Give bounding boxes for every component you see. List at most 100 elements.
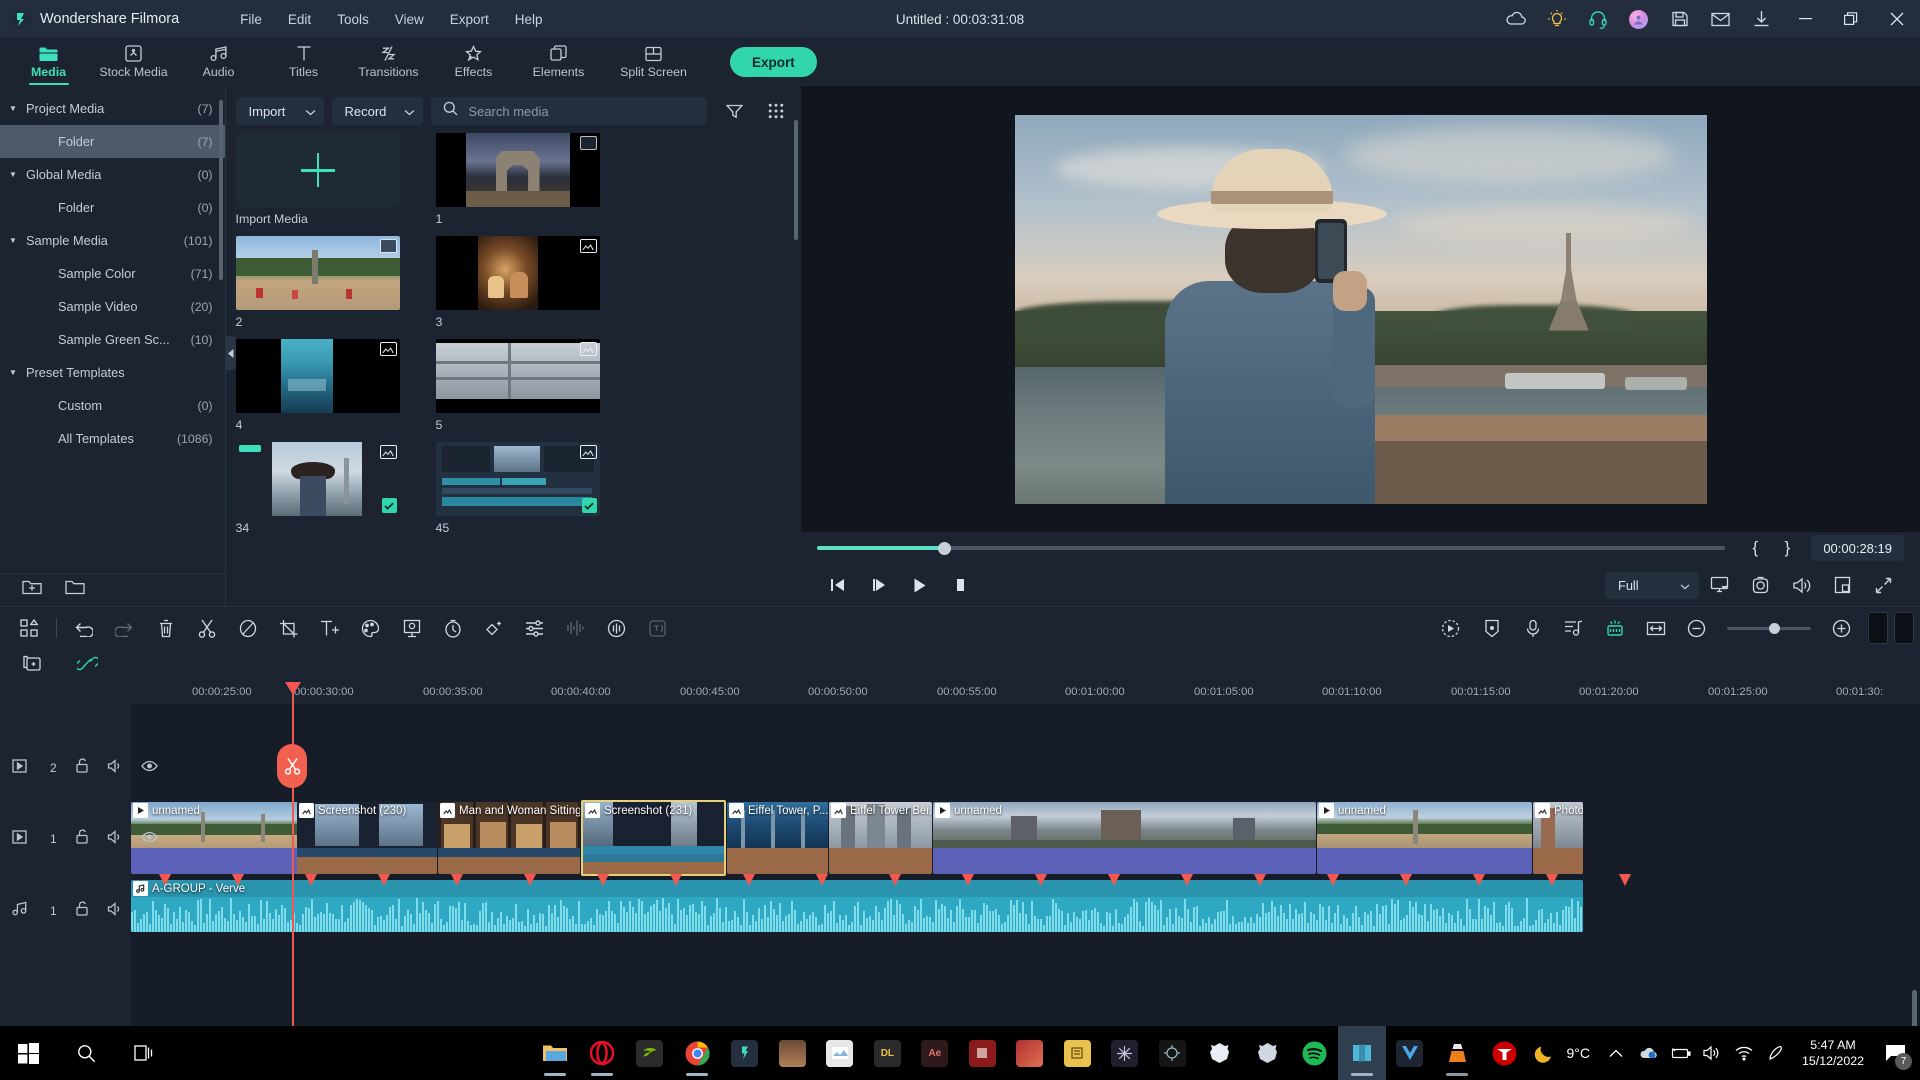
volume-icon[interactable] [1696, 1026, 1728, 1080]
avatar-icon[interactable] [1618, 0, 1659, 38]
media-thumbnail[interactable] [435, 442, 600, 516]
media-thumbnail[interactable] [435, 236, 600, 310]
stop-button[interactable] [940, 564, 981, 606]
sidebar-scrollbar[interactable] [218, 100, 223, 280]
media-thumbnail[interactable] [435, 339, 600, 413]
mute-icon[interactable] [107, 829, 123, 849]
keyframe-marker[interactable] [1546, 874, 1558, 886]
undo-icon[interactable] [63, 607, 104, 650]
media-item[interactable]: 5 [435, 339, 600, 432]
timeline-overview-thumb[interactable] [1868, 612, 1888, 644]
taskbar-app-blender[interactable] [1101, 1026, 1148, 1080]
taskbar-app-target[interactable] [1149, 1026, 1196, 1080]
chevron-up-icon[interactable] [1600, 1026, 1632, 1080]
export-button[interactable]: Export [730, 47, 817, 77]
keyframe-marker[interactable] [1400, 874, 1412, 886]
keyframe-icon[interactable] [473, 607, 514, 650]
fullscreen-icon[interactable] [1863, 564, 1904, 606]
menu-help[interactable]: Help [502, 8, 556, 31]
tab-split-screen[interactable]: Split Screen [601, 38, 706, 86]
taskbar-clock[interactable]: 5:47 AM 15/12/2022 [1792, 1037, 1874, 1069]
taskbar-app-dl[interactable]: DL [864, 1026, 911, 1080]
import-media-tile[interactable] [235, 133, 400, 207]
tab-titles[interactable]: Titles [261, 38, 346, 86]
media-thumbnail[interactable] [235, 236, 400, 310]
mask-icon[interactable] [227, 607, 268, 650]
keyframe-marker[interactable] [670, 874, 682, 886]
keyframe-marker[interactable] [524, 874, 536, 886]
menu-export[interactable]: Export [437, 8, 502, 31]
next-frame-button[interactable] [858, 564, 899, 606]
filter-icon[interactable] [719, 97, 749, 125]
timeline[interactable]: 00:00:25:00 00:00:30:00 00:00:35:00 00:00:4… [0, 682, 1920, 1080]
table-row[interactable]: unnamed [1317, 802, 1532, 874]
color-palette-icon[interactable] [350, 607, 391, 650]
lock-icon[interactable] [75, 829, 89, 849]
taskbar-app-red[interactable] [959, 1026, 1006, 1080]
task-view-icon[interactable] [115, 1026, 172, 1080]
keyframe-marker[interactable] [1181, 874, 1193, 886]
eye-icon[interactable] [140, 759, 158, 777]
search-input[interactable]: Search media [468, 104, 548, 119]
voiceover-mic-icon[interactable] [1512, 607, 1553, 650]
add-track-icon[interactable] [22, 654, 43, 678]
sidebar-item-global-media[interactable]: ▼ Global Media (0) [0, 158, 225, 191]
link-icon[interactable] [75, 654, 100, 678]
snapshot-screen-icon[interactable] [1699, 564, 1740, 606]
table-row[interactable]: unnamed [933, 802, 1316, 874]
restore-button[interactable] [1828, 0, 1874, 38]
prev-frame-button[interactable] [817, 564, 858, 606]
notification-center-button[interactable]: 7 [1874, 1026, 1916, 1080]
taskbar-app-photos[interactable] [769, 1026, 816, 1080]
delete-icon[interactable] [145, 607, 186, 650]
taskbar-app-paint[interactable] [816, 1026, 863, 1080]
keyframe-marker[interactable] [1035, 874, 1047, 886]
zoom-in-icon[interactable] [1821, 607, 1862, 650]
new-folder-icon[interactable] [22, 579, 43, 601]
save-icon[interactable] [1659, 0, 1700, 38]
table-row[interactable]: Screenshot (231) [581, 800, 726, 876]
audio-waveform-icon[interactable] [555, 607, 596, 650]
battery-icon[interactable] [1664, 1026, 1696, 1080]
lightbulb-icon[interactable] [1536, 0, 1577, 38]
taskbar-app-notes[interactable] [1054, 1026, 1101, 1080]
taskbar-app-chrome[interactable] [674, 1026, 721, 1080]
preview-timecode[interactable]: 00:00:28:19 [1811, 535, 1904, 561]
keyframe-marker[interactable] [1619, 874, 1631, 886]
sidebar-item-all-templates[interactable]: ▼ All Templates (1086) [0, 422, 225, 455]
playhead-handle[interactable] [285, 682, 301, 695]
mail-icon[interactable] [1700, 0, 1741, 38]
auto-reframe-icon[interactable] [637, 607, 678, 650]
taskbar-app-vegas[interactable] [1386, 1026, 1433, 1080]
sidebar-item-sample-video[interactable]: ▼ Sample Video (20) [0, 290, 225, 323]
keyframe-marker[interactable] [305, 874, 317, 886]
playhead[interactable] [285, 682, 301, 1080]
media-thumbnail[interactable] [235, 442, 400, 516]
tab-effects[interactable]: Effects [431, 38, 516, 86]
text-add-icon[interactable] [309, 607, 350, 650]
media-thumbnail[interactable] [235, 339, 400, 413]
taskbar-app-file-explorer[interactable] [531, 1026, 578, 1080]
pip-icon[interactable] [1822, 564, 1863, 606]
timeline-vertical-scrollbar[interactable] [1912, 990, 1917, 1030]
play-button[interactable] [899, 564, 940, 606]
taskbar-app-nvidia[interactable] [626, 1026, 673, 1080]
keyframe-marker[interactable] [816, 874, 828, 886]
media-item[interactable]: 4 [235, 339, 400, 432]
menu-file[interactable]: File [227, 8, 275, 31]
media-item-import[interactable]: Import Media [235, 133, 400, 226]
download-icon[interactable] [1741, 0, 1782, 38]
sidebar-item-project-media[interactable]: ▼ Project Media (7) [0, 92, 225, 125]
split-at-playhead-button[interactable] [277, 744, 307, 788]
tab-stock-media[interactable]: Stock Media [91, 38, 176, 86]
media-thumbnail[interactable] [435, 133, 600, 207]
camera-icon[interactable] [1740, 564, 1781, 606]
keyframe-marker[interactable] [1327, 874, 1339, 886]
sidebar-item-project-folder[interactable]: ▼ Folder (7) [0, 125, 225, 158]
taskbar-app-vlc[interactable] [1433, 1026, 1480, 1080]
minimize-button[interactable] [1782, 0, 1828, 38]
split-scissors-icon[interactable] [186, 607, 227, 650]
search-media-box[interactable]: Search media [431, 97, 708, 125]
track-header-audio-1[interactable]: 1 [0, 901, 131, 921]
preview-progress-track[interactable] [817, 541, 1726, 555]
